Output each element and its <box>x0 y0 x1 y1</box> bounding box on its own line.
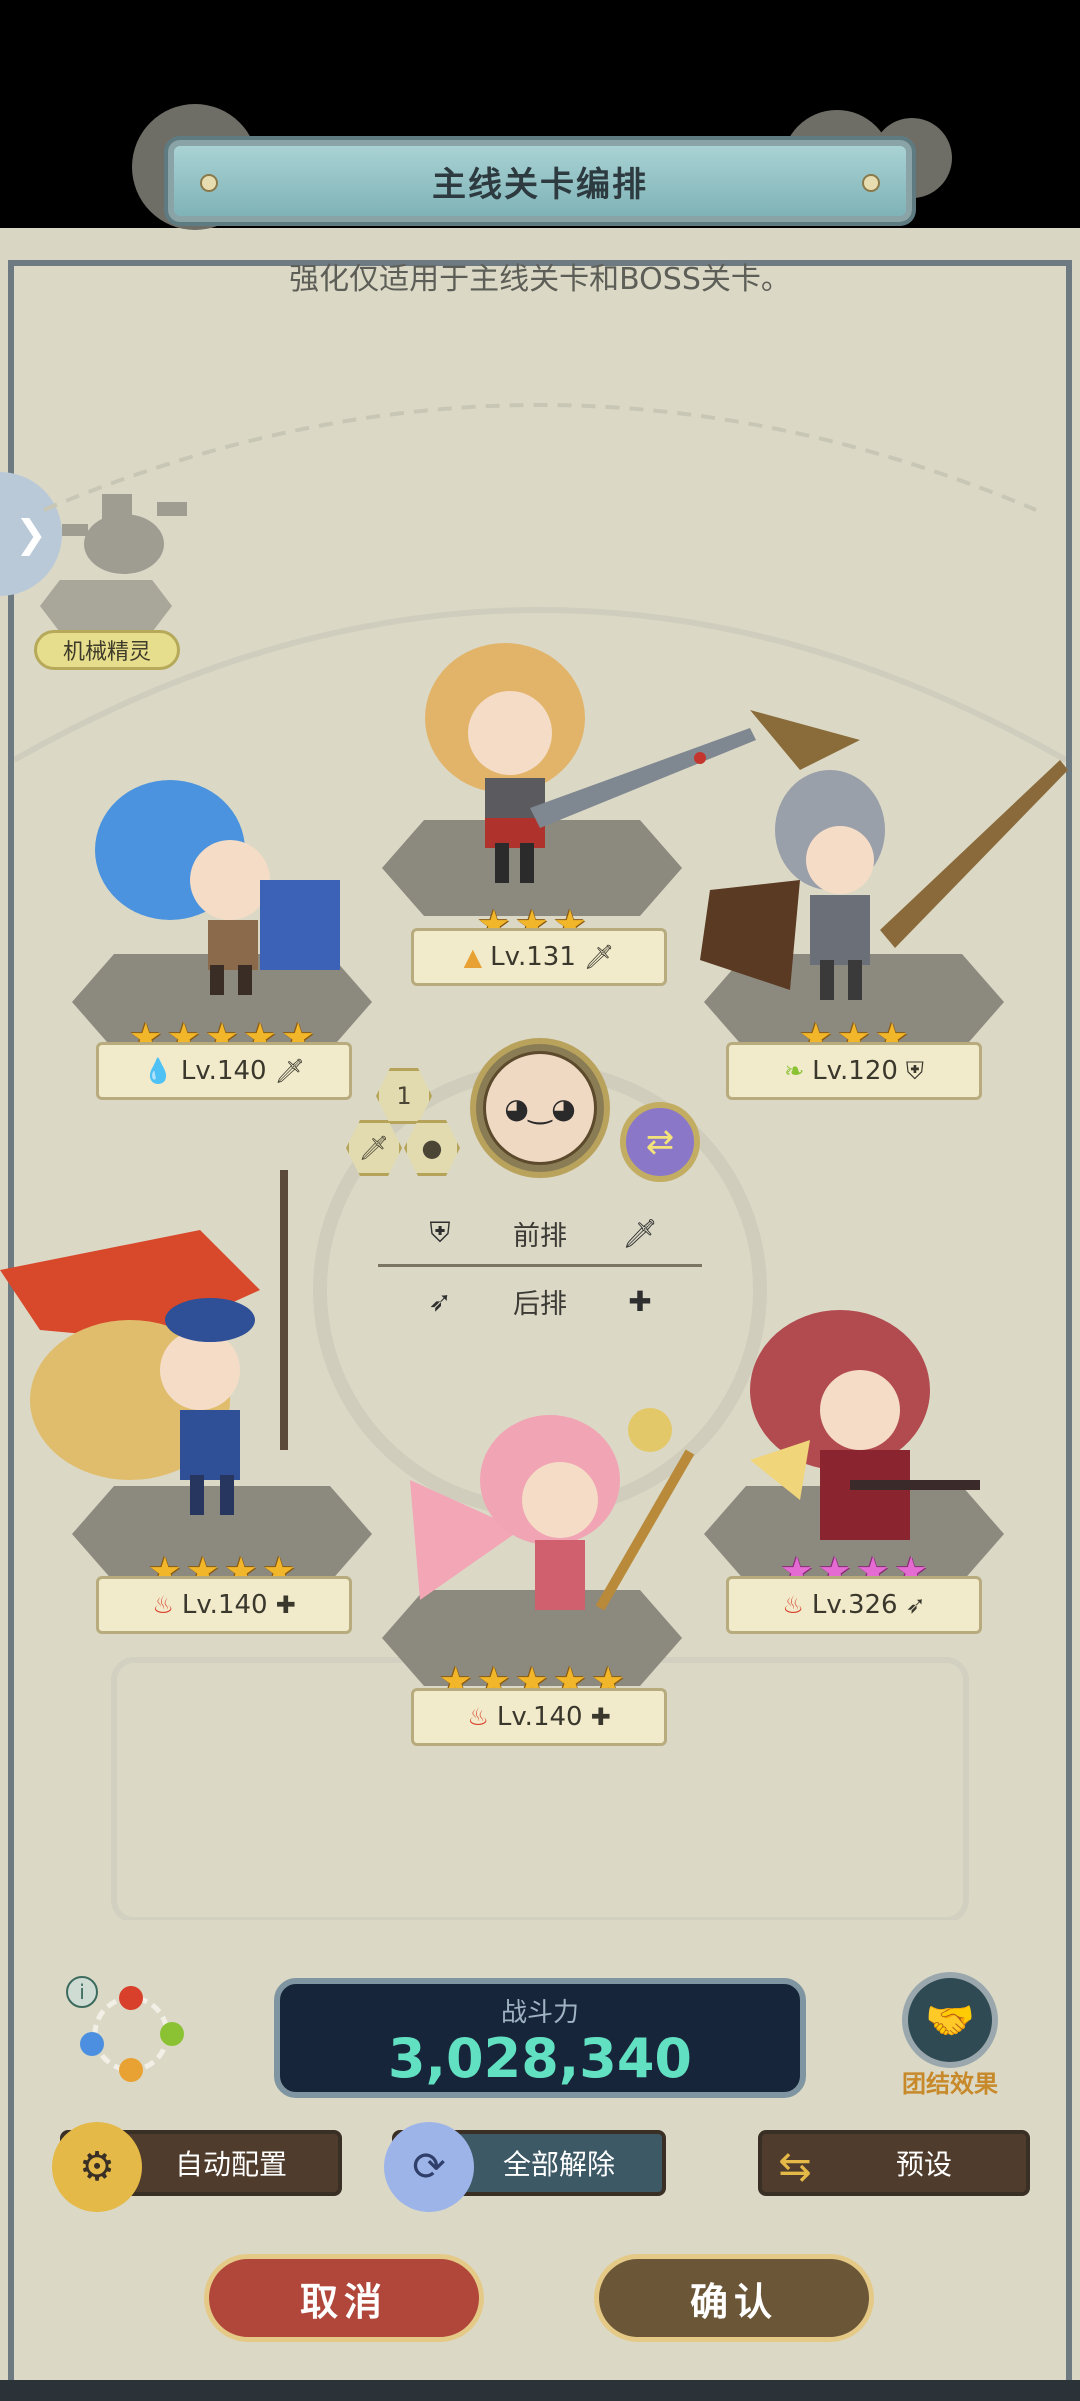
hero-sprite-fairy-healer <box>410 1408 695 1611</box>
preset-button[interactable]: ⇆ 预设 <box>758 2130 1030 2196</box>
bow-icon: ➶ <box>428 1284 452 1318</box>
combat-power-box: 战斗力 3,028,340 <box>274 1978 806 2098</box>
formation-divider <box>378 1264 702 1267</box>
plus-icon: ✚ <box>628 1284 652 1318</box>
title-banner: 主线关卡编排 <box>168 140 912 222</box>
bottom-bar <box>0 2380 1080 2401</box>
rivet-icon <box>862 174 880 192</box>
sword-icon: 🗡 <box>274 1057 306 1085</box>
hero-level: Lv.140 <box>181 1590 268 1620</box>
swap-icon: ⇄ <box>645 1122 675 1162</box>
hero-level: Lv.140 <box>180 1056 267 1086</box>
confirm-label: 确认 <box>689 2279 778 2324</box>
cancel-label: 取消 <box>299 2279 388 2324</box>
hero-sprite-valkyrie-lancer <box>700 710 1068 1000</box>
plus-icon: ✚ <box>590 1703 611 1731</box>
combat-power-label: 战斗力 <box>500 1998 579 2028</box>
sword-icon: 🗡 <box>583 943 615 971</box>
hero-level: Lv.326 <box>811 1590 898 1620</box>
hero-level: Lv.131 <box>490 942 576 972</box>
unlink-icon: ⟳ <box>384 2122 474 2212</box>
gear-icon: ⚙ <box>52 2122 142 2212</box>
leader-face: ◕‿◕ <box>483 1051 597 1165</box>
team-bond-label: 团结效果 <box>902 2070 998 2098</box>
hero-level-box: 💧 Lv.140 🗡 <box>96 1042 352 1100</box>
sword-icon: 🗡 <box>622 1216 658 1250</box>
fire-icon: ♨ <box>152 1591 174 1619</box>
hero-level-box: ❧ Lv.120 ⛨ <box>726 1042 982 1100</box>
fire-icon: ♨ <box>782 1591 804 1619</box>
back-row-label: 后排 <box>513 1288 567 1320</box>
combat-power-value: 3,028,340 <box>387 2027 693 2090</box>
release-all-button[interactable]: ⟳ 全部解除 <box>384 2122 666 2212</box>
leader-portrait[interactable]: ◕‿◕ <box>470 1038 610 1178</box>
shield-icon: ⛨ <box>429 1216 451 1249</box>
hero-level-box: ▲ Lv.131 🗡 <box>411 928 667 986</box>
hero-level-box: ♨ Lv.140 ✚ <box>411 1688 667 1746</box>
hero-sprite-blue-hair-mechanic <box>95 780 340 995</box>
front-row-label: 前排 <box>513 1220 567 1252</box>
page-title: 主线关卡编排 <box>432 164 648 205</box>
swap-formation-button[interactable]: ⇄ <box>620 1102 700 1182</box>
cancel-button[interactable]: 取消 <box>204 2254 484 2342</box>
hero-level-box: ♨ Lv.140 ✚ <box>96 1576 352 1634</box>
plus-icon: ✚ <box>275 1591 296 1619</box>
front-row-indicator: ⛨ 前排 🗡 <box>420 1208 660 1258</box>
back-row-indicator: ➶ 后排 ✚ <box>420 1276 660 1326</box>
auto-configure-button[interactable]: ⚙ 自动配置 <box>52 2122 342 2212</box>
hero-level-box: ♨ Lv.326 ➶ <box>726 1576 982 1634</box>
confirm-button[interactable]: 确认 <box>594 2254 874 2342</box>
release-all-label: 全部解除 <box>502 2148 615 2181</box>
bow-icon: ➶ <box>905 1591 926 1619</box>
fire-icon: ♨ <box>467 1703 489 1731</box>
preset-label: 预设 <box>895 2148 952 2181</box>
wind-icon: ❧ <box>784 1057 805 1085</box>
subtitle: 强化仅适用于主线关卡和BOSS关卡。 <box>289 262 791 297</box>
team-bond-button[interactable]: 🤝 <box>902 1972 998 2068</box>
hero-sprite-flag-bearer <box>0 1170 288 1515</box>
shield-icon: ⛨ <box>905 1057 924 1085</box>
preset-swap-icon: ⇆ <box>778 2144 812 2190</box>
hero-level: Lv.140 <box>496 1702 583 1732</box>
water-icon: 💧 <box>142 1057 173 1085</box>
earth-icon: ▲ <box>463 943 483 971</box>
hero-level: Lv.120 <box>812 1056 898 1086</box>
hero-sprite-crimson-mage <box>750 1310 980 1540</box>
handshake-icon: 🤝 <box>925 1997 975 2044</box>
element-cycle-diagram[interactable] <box>76 1976 186 2086</box>
rivet-icon <box>200 174 218 192</box>
auto-configure-label: 自动配置 <box>174 2148 287 2181</box>
